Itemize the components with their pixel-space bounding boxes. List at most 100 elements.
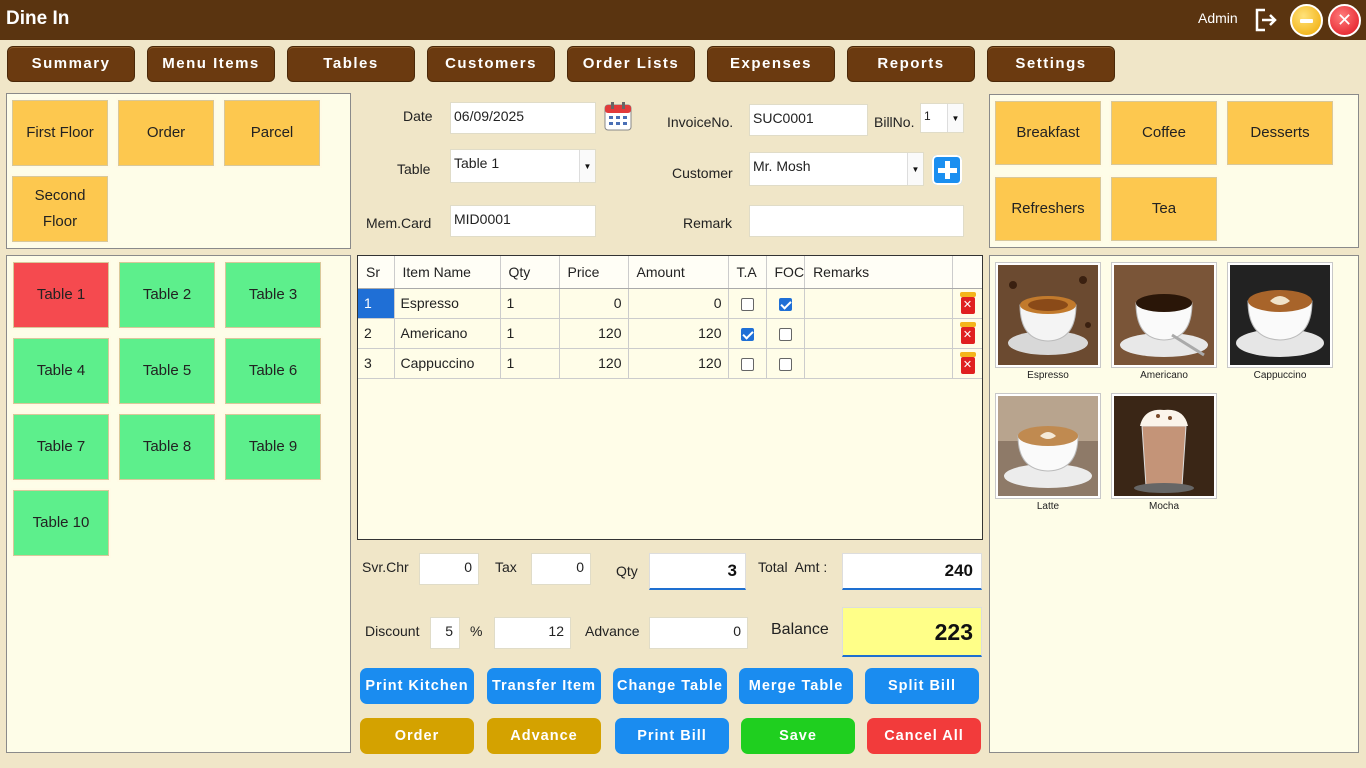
- nav-customers[interactable]: Customers: [427, 46, 555, 82]
- table-8[interactable]: Table 8: [119, 414, 215, 480]
- discount-amount-field[interactable]: 12: [494, 617, 571, 649]
- product-cappuccino-image[interactable]: [1227, 262, 1333, 368]
- cell-item[interactable]: Cappuccino: [394, 348, 501, 379]
- cell-foc[interactable]: [766, 348, 806, 379]
- nav-expenses[interactable]: Expenses: [707, 46, 835, 82]
- col-item-name[interactable]: Item Name: [394, 256, 501, 289]
- invoice-field[interactable]: SUC0001: [749, 104, 868, 136]
- category-desserts[interactable]: Desserts: [1227, 101, 1333, 165]
- ta-checkbox[interactable]: [740, 327, 754, 341]
- cell-foc[interactable]: [766, 318, 806, 349]
- foc-checkbox[interactable]: [778, 327, 792, 341]
- table-6[interactable]: Table 6: [225, 338, 321, 404]
- cell-foc[interactable]: [766, 288, 806, 319]
- floor-second-floor[interactable]: Second Floor: [12, 176, 108, 242]
- nav-menu-items[interactable]: Menu Items: [147, 46, 275, 82]
- cell-remarks[interactable]: [804, 348, 954, 379]
- cell-amount[interactable]: 120: [628, 318, 729, 349]
- table-1[interactable]: Table 1: [13, 262, 109, 328]
- merge-table-button[interactable]: Merge Table: [739, 668, 853, 704]
- remark-field[interactable]: [749, 205, 964, 237]
- cell-sr[interactable]: 2: [358, 318, 395, 349]
- col-remarks[interactable]: Remarks: [804, 256, 954, 289]
- svrchr-field[interactable]: 0: [419, 553, 479, 585]
- category-coffee[interactable]: Coffee: [1111, 101, 1217, 165]
- category-tea[interactable]: Tea: [1111, 177, 1217, 241]
- print-kitchen-button[interactable]: Print Kitchen: [360, 668, 474, 704]
- cell-sr[interactable]: 1: [358, 288, 395, 319]
- cell-qty[interactable]: 1: [500, 318, 560, 349]
- cell-delete[interactable]: ✕: [952, 348, 982, 379]
- discount-percent-field[interactable]: 5: [430, 617, 460, 649]
- date-field[interactable]: 06/09/2025: [450, 102, 596, 134]
- order-button[interactable]: Order: [360, 718, 474, 754]
- advance-button[interactable]: Advance: [487, 718, 601, 754]
- table-row[interactable]: 3 Cappuccino 1 120 120 ✕: [358, 348, 982, 379]
- cancel-all-button[interactable]: Cancel All: [867, 718, 981, 754]
- qty-total-field[interactable]: 3: [649, 553, 746, 590]
- billno-select[interactable]: 1 ▼: [920, 103, 964, 133]
- product-latte-image[interactable]: [995, 393, 1101, 499]
- table-select[interactable]: Table 1 ▼: [450, 149, 596, 183]
- col-amount[interactable]: Amount: [628, 256, 729, 289]
- floor-first-floor[interactable]: First Floor: [12, 100, 108, 166]
- col-price[interactable]: Price: [559, 256, 629, 289]
- cell-amount[interactable]: 0: [628, 288, 729, 319]
- table-10[interactable]: Table 10: [13, 490, 109, 556]
- cell-ta[interactable]: [728, 348, 767, 379]
- cell-ta[interactable]: [728, 288, 767, 319]
- advance-field[interactable]: 0: [649, 617, 748, 649]
- ta-checkbox[interactable]: [740, 297, 754, 311]
- category-breakfast[interactable]: Breakfast: [995, 101, 1101, 165]
- floor-parcel[interactable]: Parcel: [224, 100, 320, 166]
- cell-amount[interactable]: 120: [628, 348, 729, 379]
- table-row[interactable]: 1 Espresso 1 0 0 ✕: [358, 288, 982, 319]
- cell-price[interactable]: 120: [559, 348, 629, 379]
- col-foc[interactable]: FOC: [766, 256, 806, 289]
- col-ta[interactable]: T.A: [728, 256, 767, 289]
- cell-sr[interactable]: 3: [358, 348, 395, 379]
- product-mocha-image[interactable]: [1111, 393, 1217, 499]
- add-customer-icon[interactable]: [932, 155, 962, 185]
- cell-qty[interactable]: 1: [500, 348, 560, 379]
- delete-icon[interactable]: ✕: [959, 292, 977, 314]
- foc-checkbox[interactable]: [778, 297, 792, 311]
- cell-price[interactable]: 120: [559, 318, 629, 349]
- delete-icon[interactable]: ✕: [959, 352, 977, 374]
- logout-icon[interactable]: [1251, 6, 1279, 34]
- transfer-item-button[interactable]: Transfer Item: [487, 668, 601, 704]
- nav-order-lists[interactable]: Order Lists: [567, 46, 695, 82]
- nav-settings[interactable]: Settings: [987, 46, 1115, 82]
- table-7[interactable]: Table 7: [13, 414, 109, 480]
- product-americano-image[interactable]: [1111, 262, 1217, 368]
- tax-field[interactable]: 0: [531, 553, 591, 585]
- table-row[interactable]: 2 Americano 1 120 120 ✕: [358, 318, 982, 349]
- save-button[interactable]: Save: [741, 718, 855, 754]
- total-amount-field[interactable]: 240: [842, 553, 982, 590]
- print-bill-button[interactable]: Print Bill: [615, 718, 729, 754]
- cell-remarks[interactable]: [804, 318, 954, 349]
- product-espresso-image[interactable]: [995, 262, 1101, 368]
- nav-tables[interactable]: Tables: [287, 46, 415, 82]
- customer-select[interactable]: Mr. Mosh ▼: [749, 152, 924, 186]
- cell-qty[interactable]: 1: [500, 288, 560, 319]
- close-button[interactable]: ✕: [1328, 4, 1361, 37]
- cell-delete[interactable]: ✕: [952, 288, 982, 319]
- minimize-button[interactable]: [1290, 4, 1323, 37]
- cell-item[interactable]: Americano: [394, 318, 501, 349]
- delete-icon[interactable]: ✕: [959, 322, 977, 344]
- col-qty[interactable]: Qty: [500, 256, 560, 289]
- change-table-button[interactable]: Change Table: [613, 668, 727, 704]
- memcard-field[interactable]: MID0001: [450, 205, 596, 237]
- table-9[interactable]: Table 9: [225, 414, 321, 480]
- col-sr[interactable]: Sr: [358, 256, 395, 289]
- cell-price[interactable]: 0: [559, 288, 629, 319]
- nav-summary[interactable]: Summary: [7, 46, 135, 82]
- ta-checkbox[interactable]: [740, 357, 754, 371]
- category-refreshers[interactable]: Refreshers: [995, 177, 1101, 241]
- foc-checkbox[interactable]: [778, 357, 792, 371]
- cell-remarks[interactable]: [804, 288, 954, 319]
- split-bill-button[interactable]: Split Bill: [865, 668, 979, 704]
- cell-delete[interactable]: ✕: [952, 318, 982, 349]
- calendar-icon[interactable]: [603, 100, 633, 132]
